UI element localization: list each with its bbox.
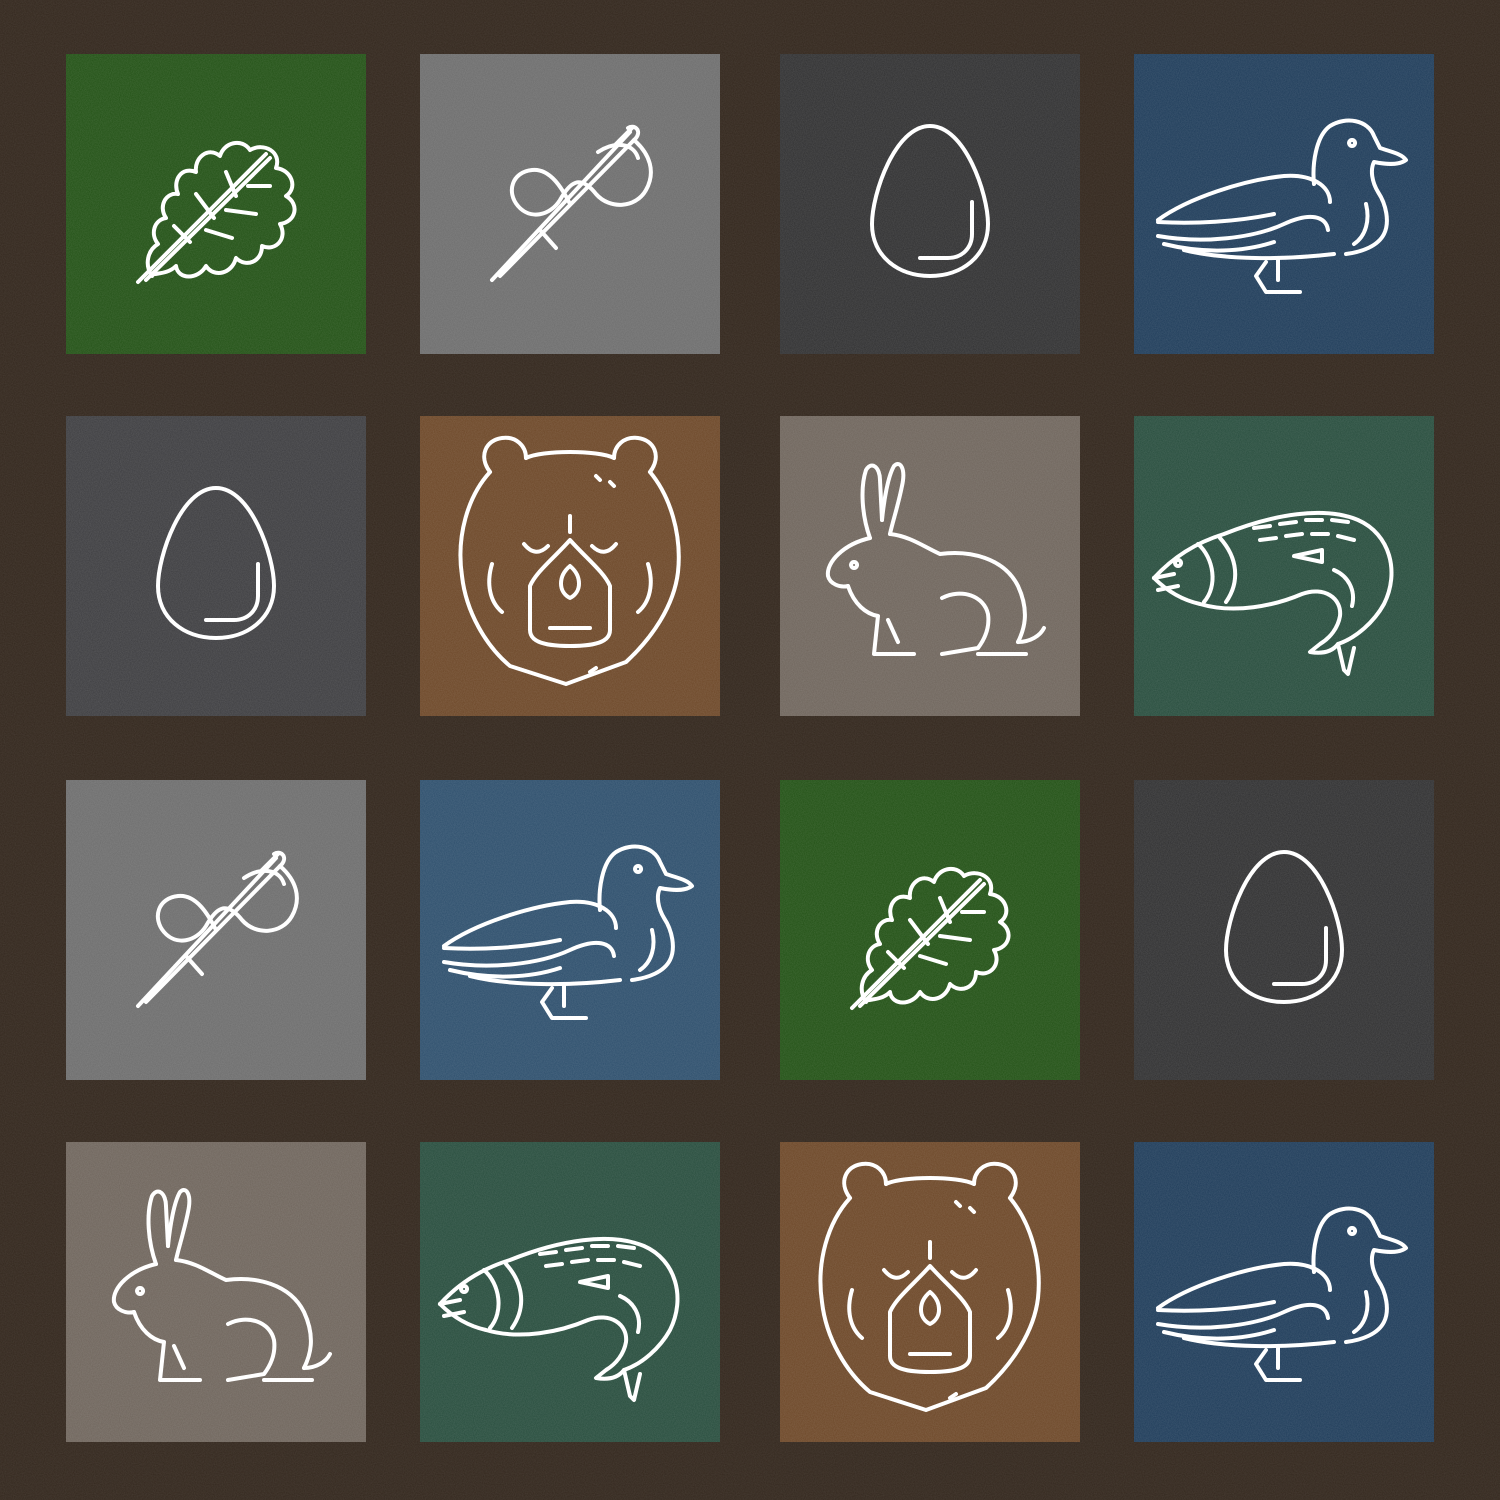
tile-bear [780,1142,1080,1442]
duck-icon [1134,1142,1434,1442]
tile-rabbit [780,416,1080,716]
tile-fish [1134,416,1434,716]
bear-icon [420,416,720,716]
oak-leaf-icon [66,54,366,354]
duck-icon [420,780,720,1080]
tile-egg [1134,780,1434,1080]
egg-icon [780,54,1080,354]
tile-rabbit [66,1142,366,1442]
tile-duck [1134,1142,1434,1442]
tile-oak-leaf [780,780,1080,1080]
needle-thread-icon [420,54,720,354]
needle-thread-icon [66,780,366,1080]
oak-leaf-icon [780,780,1080,1080]
rabbit-icon [780,416,1080,716]
rabbit-icon [66,1142,366,1442]
bear-icon [780,1142,1080,1442]
fish-icon [1134,416,1434,716]
tile-egg [66,416,366,716]
tile-fish [420,1142,720,1442]
egg-icon [66,416,366,716]
tile-bear [420,416,720,716]
egg-icon [1134,780,1434,1080]
tile-egg [780,54,1080,354]
duck-icon [1134,54,1434,354]
tile-needle-thread [420,54,720,354]
tile-duck [420,780,720,1080]
tile-duck [1134,54,1434,354]
tile-oak-leaf [66,54,366,354]
tile-needle-thread [66,780,366,1080]
fish-icon [420,1142,720,1442]
